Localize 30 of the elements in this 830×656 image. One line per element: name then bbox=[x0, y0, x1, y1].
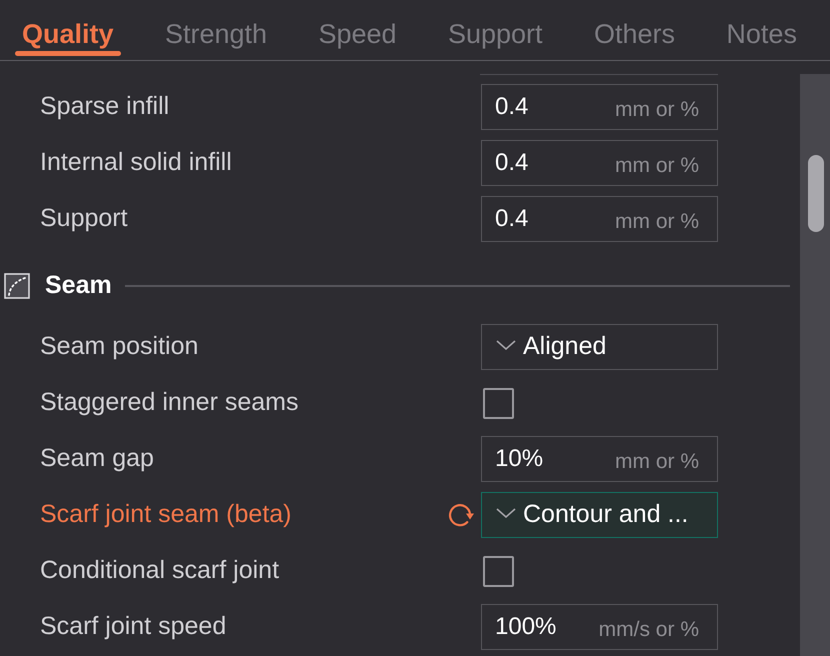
number-field[interactable]: 10% mm or % bbox=[481, 436, 718, 482]
number-field[interactable]: 0.4 mm or % bbox=[481, 140, 718, 186]
checkbox[interactable] bbox=[483, 388, 514, 418]
section-title: Seam bbox=[45, 270, 112, 302]
dropdown[interactable]: Aligned bbox=[481, 324, 718, 370]
setting-label: Scarf joint seam (beta) bbox=[40, 499, 292, 530]
setting-label: Conditional scarf joint bbox=[40, 555, 280, 586]
circular-arrow-icon[interactable] bbox=[448, 501, 476, 529]
tab[interactable]: Quality bbox=[15, 0, 121, 60]
setting-label: Support bbox=[40, 203, 129, 234]
checkbox[interactable] bbox=[483, 556, 514, 586]
number-field[interactable]: 0.4 mm or % bbox=[481, 196, 718, 242]
seam-section-icon bbox=[4, 273, 30, 299]
setting-label: Staggered inner seams bbox=[40, 387, 300, 418]
unit-label: mm or % bbox=[615, 449, 699, 476]
setting-label: Seam gap bbox=[40, 443, 155, 474]
scrollbar-thumb[interactable] bbox=[808, 155, 824, 232]
number-field[interactable]: 100% mm/s or % bbox=[481, 604, 718, 650]
setting-label: Sparse infill bbox=[40, 91, 170, 122]
number-field[interactable]: 0.4 mm or % bbox=[481, 84, 718, 130]
unit-label: mm/s or % bbox=[598, 617, 699, 644]
unit-label: mm or % bbox=[615, 97, 699, 124]
setting-label: Internal solid infill bbox=[40, 147, 233, 178]
unit-label: mm or % bbox=[615, 209, 699, 236]
setting-label: Scarf joint speed bbox=[40, 611, 228, 642]
setting-label: Seam position bbox=[40, 331, 200, 362]
dropdown[interactable]: Contour and ... bbox=[481, 492, 718, 538]
unit-label: mm or % bbox=[615, 153, 699, 180]
chevron-down-icon bbox=[496, 340, 516, 350]
chevron-down-icon bbox=[496, 508, 516, 518]
